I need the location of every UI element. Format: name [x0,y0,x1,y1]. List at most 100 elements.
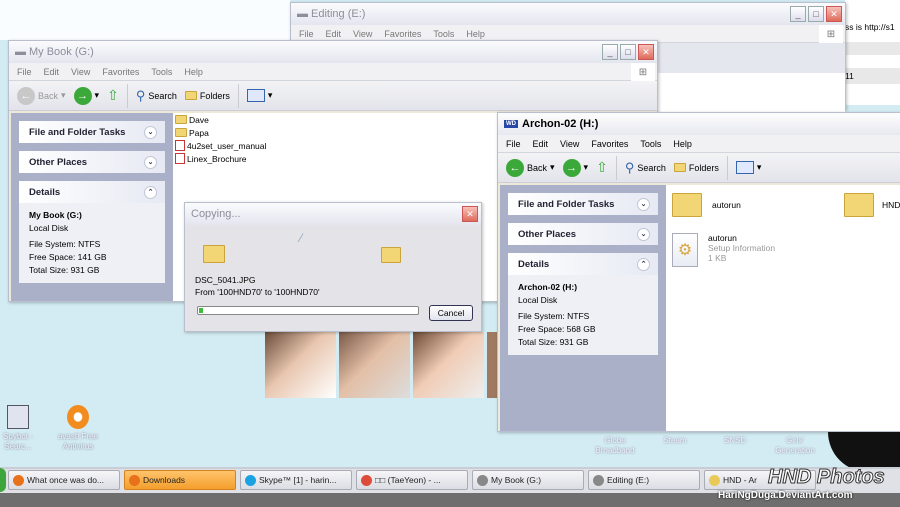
close-button[interactable]: ✕ [638,44,654,60]
forward-button[interactable]: → ▾ [73,86,99,105]
taskbar-button-label: Editing (E:) [607,475,650,485]
up-folder-icon[interactable]: ⇧ [596,159,608,176]
details-drive-name: Archon-02 (H:) [518,282,578,292]
details-total-size: Total Size: 931 GB [518,337,589,347]
forward-button[interactable]: → ▾ [562,158,588,177]
menu-help[interactable]: Help [673,139,692,149]
pdf-icon [175,140,185,151]
menu-help[interactable]: Help [184,67,203,77]
folders-button[interactable]: Folders [673,163,719,173]
menu-view[interactable]: View [71,67,90,77]
menu-tools[interactable]: Tools [151,67,172,77]
expand-chevron-icon[interactable]: ⌄ [144,155,157,169]
search-button[interactable]: ⚲ Search [625,160,666,176]
background-page-text: ss is http://s1 [845,22,895,32]
taskbar-button-label: HND - Ar [723,475,757,485]
drive-icon: ▬ [297,8,308,20]
photo [487,332,497,398]
details-header[interactable]: Details ⌃ [508,253,658,275]
menu-favorites[interactable]: Favorites [384,29,421,39]
forward-arrow-icon: → [73,86,92,105]
editing-title-bar[interactable]: ▬ Editing (E:) _ □ ✕ [291,3,845,25]
back-button[interactable]: ← Back ▾ [506,158,555,177]
search-button[interactable]: ⚲ Search [136,88,177,104]
views-button[interactable]: ▾ [735,161,761,174]
pane-title: File and Folder Tasks [518,198,615,210]
maximize-button[interactable]: □ [620,44,636,60]
expand-chevron-icon[interactable]: ⌄ [637,197,650,211]
taskbar-button[interactable]: What once was do... [8,470,120,490]
copy-progress-bar [197,306,419,315]
file-item-hnd-folder[interactable]: HND - [844,193,900,217]
desktop-label-globe[interactable]: Globe Broadband [587,436,643,456]
collapse-chevron-icon[interactable]: ⌃ [144,185,157,199]
taskbar-button[interactable]: Downloads [124,470,236,490]
details-body: My Book (G:) Local Disk File System: NTF… [19,203,165,283]
menu-favorites[interactable]: Favorites [102,67,139,77]
menu-file[interactable]: File [299,29,314,39]
menu-file[interactable]: File [506,139,521,149]
file-folder-tasks-header[interactable]: File and Folder Tasks ⌄ [508,193,658,215]
expand-chevron-icon[interactable]: ⌄ [144,125,157,139]
desktop-label-girls-generation[interactable]: Girls' Generation [767,436,823,456]
file-folder-tasks-header[interactable]: File and Folder Tasks ⌄ [19,121,165,143]
back-arrow-icon: ← [17,86,35,105]
expand-chevron-icon[interactable]: ⌄ [637,227,650,241]
details-file-system: File System: NTFS [29,239,101,249]
menu-edit[interactable]: Edit [326,29,342,39]
up-folder-icon[interactable]: ⇧ [107,87,119,104]
details-header[interactable]: Details ⌃ [19,181,165,203]
taskbar-button[interactable]: □□ (TaeYeon) - ... [356,470,468,490]
file-type: Setup Information [708,243,776,253]
minimize-button[interactable]: _ [790,6,806,22]
desktop-icon-avast[interactable]: avast! Free Antivirus [52,405,104,452]
views-button[interactable]: ▾ [246,89,272,102]
views-icon [246,89,265,102]
drive-icon: ▬ [15,46,26,58]
views-icon [735,161,754,174]
mybook-toolbar: ← Back ▾ → ▾ ⇧ ⚲ Search Folders ▾ [9,81,657,111]
maximize-button[interactable]: □ [808,6,824,22]
file-name: autorun [708,233,737,243]
mybook-title-bar[interactable]: ▬ My Book (G:) _ □ ✕ [9,41,657,63]
source-folder-icon [203,245,225,263]
archon-title-bar[interactable]: WD Archon-02 (H:) [498,113,900,135]
menu-favorites[interactable]: Favorites [591,139,628,149]
back-button[interactable]: ← Back ▾ [17,86,66,105]
file-item-autorun-inf[interactable]: ⚙ autorun Setup Information 1 KB [672,233,775,267]
menu-edit[interactable]: Edit [533,139,549,149]
menu-tools[interactable]: Tools [640,139,661,149]
other-places-header[interactable]: Other Places ⌄ [19,151,165,173]
taskbar-button[interactable]: Skype™ [1] - harin... [240,470,352,490]
close-button[interactable]: ✕ [826,6,842,22]
menu-help[interactable]: Help [466,29,485,39]
cancel-button[interactable]: Cancel [429,305,473,321]
taskbar-button[interactable]: Editing (E:) [588,470,700,490]
file-name: Linex_Brochure [187,153,247,164]
background-browser-page: ss is http://s1 11 [845,0,900,105]
desktop-label-steam[interactable]: Steam [647,436,703,446]
close-button[interactable]: ✕ [462,206,478,222]
start-button-edge[interactable] [0,468,6,492]
copy-progress-fill [199,308,204,313]
menu-view[interactable]: View [560,139,579,149]
taskbar-button-label: □□ (TaeYeon) - ... [375,475,441,485]
minimize-button[interactable]: _ [602,44,618,60]
collapse-chevron-icon[interactable]: ⌃ [637,257,650,271]
folders-button[interactable]: Folders [184,91,230,101]
other-places-header[interactable]: Other Places ⌄ [508,223,658,245]
desktop-icon-spybot[interactable]: Spybot - Searc... [0,405,44,452]
copying-dialog: Copying... ✕ ⁄ DSC_5041.JPG From '100HND… [184,202,482,332]
desktop-label-snsd[interactable]: SNSD [707,436,763,446]
pdf-icon [175,153,185,164]
desktop-highlight [0,0,290,40]
background-row [845,42,900,55]
folders-icon [673,163,686,172]
menu-file[interactable]: File [17,67,32,77]
menu-tools[interactable]: Tools [433,29,454,39]
file-item-autorun-folder[interactable]: autorun [672,193,741,217]
menu-view[interactable]: View [353,29,372,39]
menu-edit[interactable]: Edit [44,67,60,77]
copying-title-bar[interactable]: Copying... ✕ [185,203,481,225]
taskbar-button[interactable]: My Book (G:) [472,470,584,490]
